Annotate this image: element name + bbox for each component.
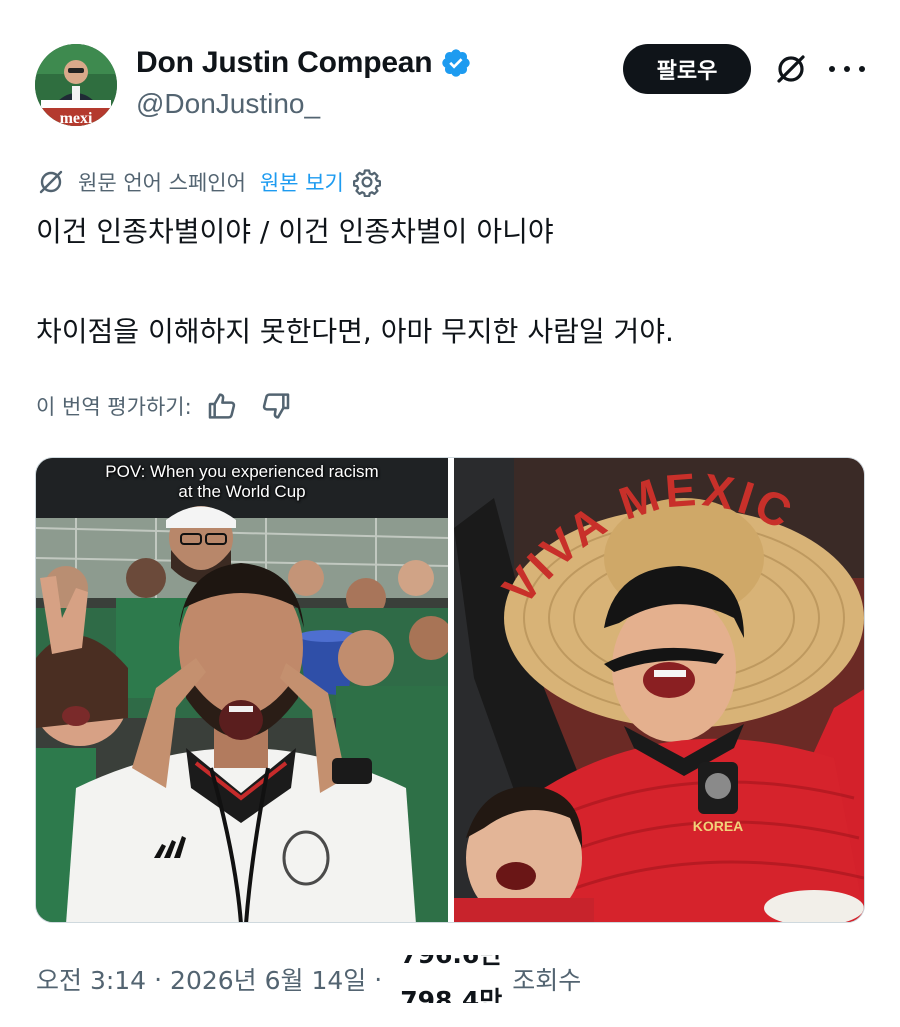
view-count: 796.6만 798.4만	[392, 955, 502, 1003]
tweet-media[interactable]: POV: When you experienced racism at the …	[35, 457, 865, 923]
view-count-previous: 796.6만	[400, 955, 502, 971]
media-caption: POV: When you experienced racism at the …	[36, 462, 448, 502]
author-display-name[interactable]: Don Justin Compean	[136, 46, 433, 80]
media-image-right[interactable]: VIVA MEXICO KOREA	[454, 458, 864, 922]
jersey-text: KOREA	[693, 818, 744, 834]
views-label: 조회수	[512, 966, 582, 995]
tweet-text-line1: 이건 인종차별이야 / 이건 인종차별이 아니야	[36, 215, 554, 248]
grok-translate-icon	[39, 170, 63, 194]
tweet-text-line2: 차이점을 이해하지 못한다면, 아마 무지한 사람일 거야.	[36, 315, 674, 348]
dot	[844, 66, 850, 72]
tweet-date[interactable]: 2026년 6월 14일	[170, 961, 366, 997]
view-original-link[interactable]: 원본 보기	[260, 167, 344, 197]
left-photo	[36, 458, 448, 922]
dot	[829, 66, 835, 72]
caption-line2: at the World Cup	[178, 482, 306, 501]
separator: ·	[154, 964, 163, 994]
rate-translation-label: 이 번역 평가하기:	[36, 395, 192, 419]
more-dots-icon[interactable]	[829, 56, 865, 82]
media-image-left[interactable]: POV: When you experienced racism at the …	[36, 458, 448, 922]
source-language-text: 원문 언어 스페인어	[78, 171, 246, 195]
dot	[859, 66, 865, 72]
right-photo: VIVA MEXICO KOREA	[454, 458, 864, 922]
caption-line1: POV: When you experienced racism	[105, 462, 379, 481]
avatar-banner-text: mexi	[60, 110, 93, 126]
gear-icon[interactable]	[352, 167, 382, 197]
separator: ·	[374, 964, 383, 994]
view-count-current: 798.4만	[400, 986, 503, 1003]
thumbs-down-icon[interactable]	[260, 390, 292, 422]
verified-badge-icon	[442, 49, 471, 77]
avatar-image: mexi	[35, 44, 117, 126]
translation-info-row: 원문 언어 스페인어 원본 보기	[36, 165, 382, 199]
name-row: Don Justin Compean	[136, 46, 472, 80]
tweet-footer: 오전 3:14 · 2026년 6월 14일 · 796.6만 798.4만 조…	[36, 955, 581, 1003]
author-handle[interactable]: @DonJustino_	[136, 88, 320, 120]
tweet-time[interactable]: 오전 3:14	[36, 961, 146, 997]
rate-translation-row: 이 번역 평가하기:	[36, 388, 292, 424]
thumbs-up-icon[interactable]	[206, 390, 238, 422]
grok-slash-icon[interactable]	[772, 50, 810, 88]
author-avatar[interactable]: mexi	[35, 44, 117, 126]
follow-button[interactable]: 팔로우	[623, 44, 751, 94]
tweet-header: mexi Don Justin Compean @DonJustino_ 팔로우	[0, 0, 900, 140]
